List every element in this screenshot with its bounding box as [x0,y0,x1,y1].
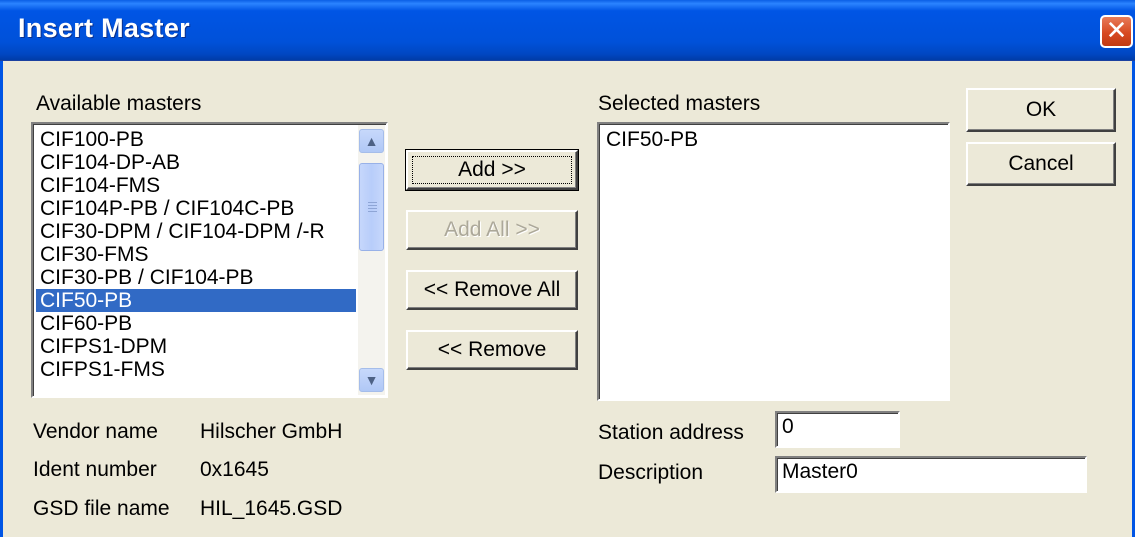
vertical-scrollbar[interactable]: ▲ ▼ [358,125,385,395]
focus-rectangle [412,156,572,184]
list-item[interactable]: CIF30-DPM / CIF104-DPM /-R [36,220,356,243]
list-item[interactable]: CIFPS1-FMS [36,358,356,381]
list-item[interactable]: CIF104-DP-AB [36,151,356,174]
description-label: Description [598,461,704,484]
list-item[interactable]: CIF30-PB / CIF104-PB [36,266,356,289]
list-item[interactable]: CIF30-FMS [36,243,356,266]
available-masters-list[interactable]: CIF100-PB CIF104-DP-AB CIF104-FMS CIF104P-P… [31,122,388,398]
title-bar: Insert Master ✕ [0,0,1135,61]
selected-masters-label: Selected masters [598,92,761,115]
remove-button[interactable]: << Remove [406,330,578,370]
station-address-input[interactable]: 0 [775,411,900,448]
selected-masters-list[interactable]: CIF50-PB [597,122,950,401]
list-item[interactable]: CIFPS1-DPM [36,335,356,358]
scroll-up-icon[interactable]: ▲ [359,129,384,153]
list-item[interactable]: CIF104-FMS [36,174,356,197]
add-all-button[interactable]: Add All >> [406,210,578,250]
vendor-name-label: Vendor name [33,420,158,443]
ident-number-value: 0x1645 [200,458,269,481]
remove-all-button[interactable]: << Remove All [406,270,578,310]
close-icon[interactable]: ✕ [1100,15,1133,48]
ok-button[interactable]: OK [966,88,1116,132]
description-input[interactable]: Master0 [775,456,1087,493]
list-item[interactable]: CIF50-PB [36,289,356,312]
available-masters-label: Available masters [36,92,202,115]
cancel-button[interactable]: Cancel [966,142,1116,186]
gsd-file-name-label: GSD file name [33,497,170,520]
list-item[interactable]: CIF60-PB [36,312,356,335]
window-title: Insert Master [18,13,190,43]
add-button[interactable]: Add >> [405,149,579,191]
insert-master-dialog: Insert Master ✕ Available masters CIF100… [0,0,1135,537]
gsd-file-name-value: HIL_1645.GSD [200,497,343,520]
station-address-label: Station address [598,421,744,444]
scroll-thumb[interactable] [359,163,384,251]
list-item[interactable]: CIF104P-PB / CIF104C-PB [36,197,356,220]
vendor-name-value: Hilscher GmbH [200,420,343,443]
list-item[interactable]: CIF50-PB [602,128,948,151]
ident-number-label: Ident number [33,458,157,481]
scroll-down-icon[interactable]: ▼ [359,368,384,392]
list-item[interactable]: CIF100-PB [36,128,356,151]
